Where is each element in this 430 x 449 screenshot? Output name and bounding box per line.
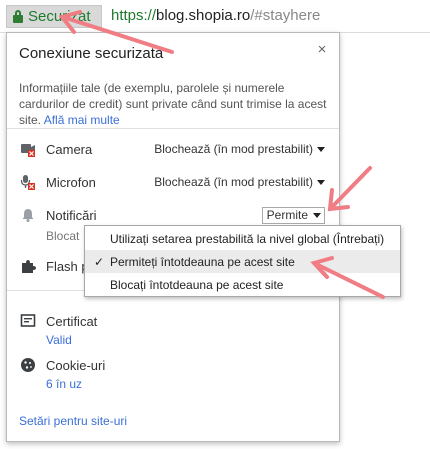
- learn-more-link[interactable]: Află mai multe: [44, 113, 120, 127]
- microphone-blocked-icon: [20, 174, 36, 190]
- menu-item-always-allow[interactable]: ✓ Permiteți întotdeauna pe acest site: [85, 250, 400, 273]
- checkmark-icon: ✓: [94, 254, 105, 269]
- url-host: blog.shopia.ro: [156, 7, 251, 24]
- divider: [7, 128, 339, 129]
- address-bar[interactable]: Securizat https://blog.shopia.ro/#stayhe…: [0, 0, 430, 33]
- caret-down-icon: [313, 212, 321, 218]
- menu-item-label: Blocați întotdeauna pe acest site: [110, 277, 284, 292]
- menu-item-label: Permiteți întotdeauna pe acest site: [110, 254, 295, 269]
- popup-title: Conexiune securizată: [19, 45, 164, 62]
- notifications-status: Blocat: [46, 229, 80, 243]
- puzzle-piece-icon: [20, 258, 36, 274]
- flash-label: Flash p: [46, 258, 89, 274]
- certificate-icon: [20, 313, 36, 329]
- bell-icon: [20, 207, 36, 223]
- menu-item-use-global-default[interactable]: Utilizați setarea prestabilită la nivel …: [85, 227, 400, 250]
- cookie-icon: [20, 357, 36, 373]
- url-path: /#stayhere: [250, 7, 321, 24]
- site-settings-link[interactable]: Setări pentru site-uri: [19, 414, 127, 428]
- connection-description: Informațiile tale (de exemplu, parolele …: [19, 80, 329, 128]
- cookies-label: Cookie-uri: [46, 357, 106, 373]
- security-indicator-chip[interactable]: Securizat: [6, 5, 102, 28]
- permission-row-notifications: Notificări Permite: [7, 203, 339, 227]
- certificate-valid-link[interactable]: Valid: [46, 333, 72, 347]
- caret-down-icon: [317, 179, 325, 185]
- lock-icon: [13, 10, 23, 23]
- caret-down-icon: [317, 146, 325, 152]
- certificate-label: Certificat: [46, 313, 98, 329]
- camera-permission-value: Blochează (în mod prestabilit): [154, 142, 313, 156]
- certificate-row: Certificat: [7, 309, 339, 333]
- menu-item-label: Utilizați setarea prestabilită la nivel …: [110, 231, 385, 246]
- camera-permission-select[interactable]: Blochează (în mod prestabilit): [154, 142, 325, 156]
- microphone-label: Microfon: [46, 174, 96, 190]
- cookies-row: Cookie-uri: [7, 353, 339, 377]
- menu-item-always-block[interactable]: Blocați întotdeauna pe acest site: [85, 273, 400, 296]
- url-text[interactable]: https://blog.shopia.ro/#stayhere: [111, 7, 320, 24]
- secure-label: Securizat: [28, 8, 91, 25]
- notifications-permission-value: Permite: [266, 208, 308, 222]
- notifications-dropdown-menu: Utilizați setarea prestabilită la nivel …: [84, 225, 401, 297]
- url-scheme: https://: [111, 7, 157, 24]
- notifications-label: Notificări: [46, 207, 97, 223]
- camera-blocked-icon: [20, 141, 36, 157]
- microphone-permission-select[interactable]: Blochează (în mod prestabilit): [154, 175, 325, 189]
- close-icon[interactable]: ×: [315, 41, 329, 58]
- notifications-permission-select[interactable]: Permite: [261, 206, 325, 224]
- permission-row-microphone: Microfon Blochează (în mod prestabilit): [7, 170, 339, 194]
- camera-label: Camera: [46, 141, 93, 157]
- permission-row-camera: Camera Blochează (în mod prestabilit): [7, 137, 339, 161]
- microphone-permission-value: Blochează (în mod prestabilit): [154, 175, 313, 189]
- cookies-in-use-link[interactable]: 6 în uz: [46, 377, 82, 391]
